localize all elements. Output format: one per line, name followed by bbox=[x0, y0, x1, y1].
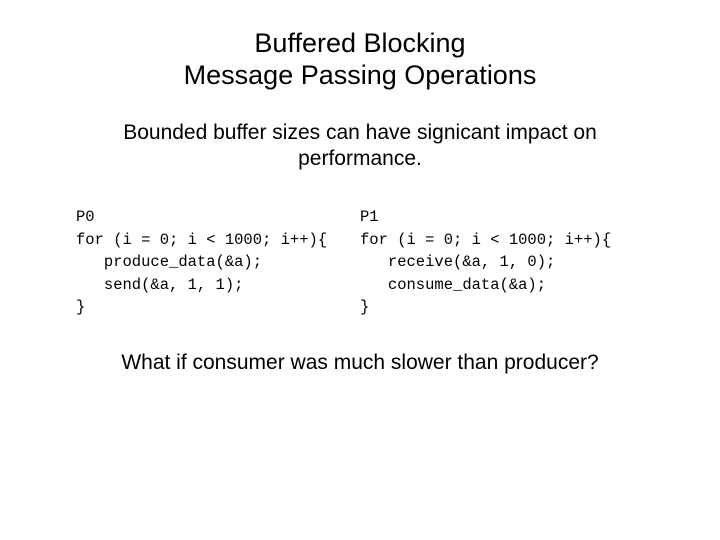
p0-line-1: for (i = 0; i < 1000; i++){ bbox=[76, 231, 327, 249]
title-line-1: Buffered Blocking bbox=[254, 28, 465, 58]
p0-line-3: send(&a, 1, 1); bbox=[76, 276, 243, 294]
p1-line-3: consume_data(&a); bbox=[360, 276, 546, 294]
p0-line-2: produce_data(&a); bbox=[76, 253, 262, 271]
p0-label: P0 bbox=[76, 208, 95, 226]
slide-title: Buffered Blocking Message Passing Operat… bbox=[0, 28, 720, 92]
slide-question: What if consumer was much slower than pr… bbox=[40, 351, 680, 375]
slide: Buffered Blocking Message Passing Operat… bbox=[0, 0, 720, 540]
code-column-p1: P1 for (i = 0; i < 1000; i++){ receive(&… bbox=[360, 206, 611, 318]
title-line-2: Message Passing Operations bbox=[184, 60, 537, 90]
slide-subtitle: Bounded buffer sizes can have signicant … bbox=[80, 120, 640, 173]
code-column-p0: P0 for (i = 0; i < 1000; i++){ produce_d… bbox=[76, 206, 360, 318]
p1-line-1: for (i = 0; i < 1000; i++){ bbox=[360, 231, 611, 249]
p0-line-4: } bbox=[76, 298, 85, 316]
code-block: P0 for (i = 0; i < 1000; i++){ produce_d… bbox=[0, 206, 720, 318]
p1-line-2: receive(&a, 1, 0); bbox=[360, 253, 555, 271]
p1-label: P1 bbox=[360, 208, 379, 226]
p1-line-4: } bbox=[360, 298, 369, 316]
